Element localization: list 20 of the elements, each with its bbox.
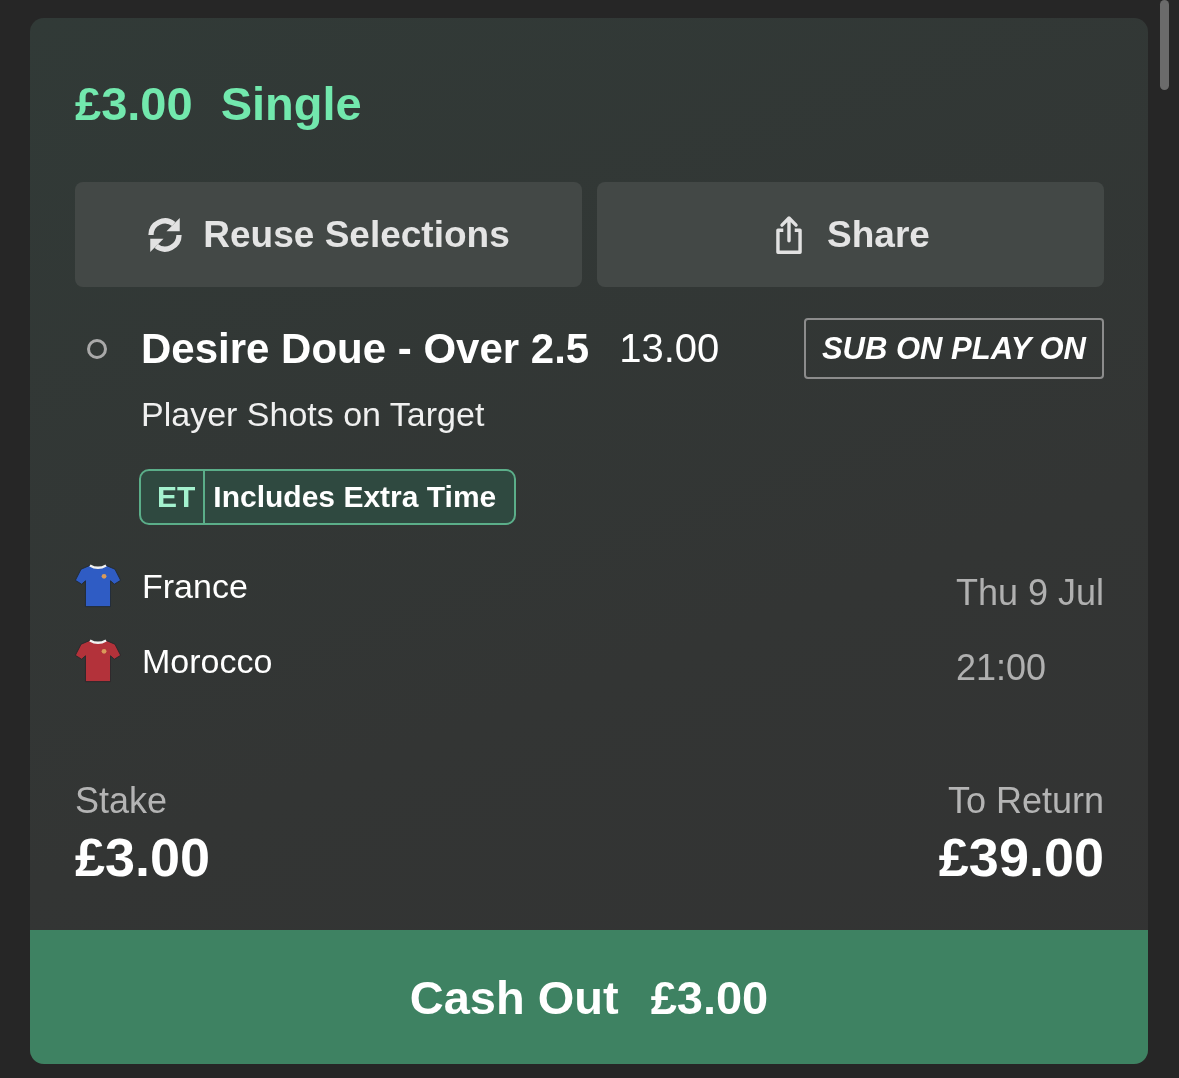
- share-button[interactable]: Share: [597, 182, 1104, 287]
- market-name: Player Shots on Target: [141, 395, 485, 433]
- stake-label: Stake: [75, 780, 169, 822]
- scrollbar[interactable]: [1160, 0, 1169, 90]
- bet-type-title: Single: [220, 78, 362, 130]
- team-name: France: [142, 566, 248, 606]
- extra-time-code: ET: [141, 471, 206, 523]
- team-name: Morocco: [142, 641, 273, 681]
- match-date: Thu 9 Jul: [955, 572, 1104, 614]
- stake-value: £3.00: [75, 828, 211, 886]
- selection-odds: 13.00: [619, 326, 720, 371]
- reuse-selections-button[interactable]: Reuse Selections: [75, 182, 582, 287]
- to-return-value: £39.00: [938, 828, 1104, 886]
- to-return-label: To Return: [947, 780, 1104, 822]
- stake-amount-title: £3.00: [75, 78, 193, 130]
- extra-time-label: Includes Extra Time: [212, 479, 498, 515]
- cash-out-button[interactable]: Cash Out £3.00: [30, 930, 1148, 1064]
- selection-name: Desire Doue - Over 2.5: [141, 324, 590, 373]
- match-time: 21:00: [955, 647, 1047, 689]
- promo-badge: SUB ON PLAY ON: [803, 318, 1104, 379]
